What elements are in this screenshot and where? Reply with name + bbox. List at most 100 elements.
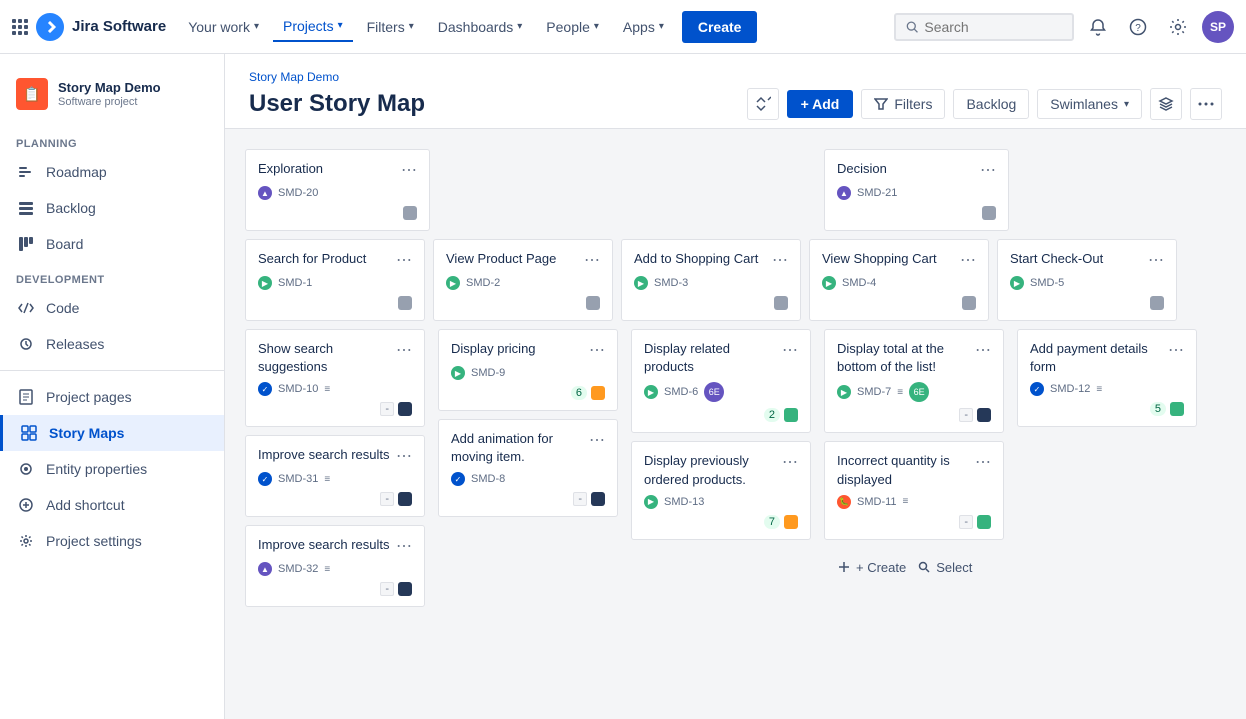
layout: 📋 Story Map Demo Software project PLANNI… — [0, 54, 1246, 719]
sidebar-project: 📋 Story Map Demo Software project — [0, 70, 224, 126]
task-title: Improve search results — [258, 536, 396, 554]
status-dot — [774, 296, 788, 310]
nav-apps[interactable]: Apps ▾ — [613, 13, 674, 41]
task-title: Incorrect quantity is displayed — [837, 452, 975, 488]
card-menu-button[interactable]: ⋯ — [396, 446, 412, 466]
priority-icon: ≡ — [897, 387, 903, 398]
card-menu-button[interactable]: ⋯ — [1168, 340, 1184, 360]
card-menu-button[interactable]: ⋯ — [980, 160, 996, 180]
status-dot — [1150, 296, 1164, 310]
card-menu-button[interactable]: ⋯ — [589, 340, 605, 360]
card-menu-button[interactable]: ⋯ — [1148, 250, 1164, 270]
status-dot — [398, 296, 412, 310]
status-dot — [962, 296, 976, 310]
nav-dashboards[interactable]: Dashboards ▾ — [428, 13, 533, 41]
task-title: Display total at the bottom of the list! — [837, 340, 975, 376]
epic-icon: ▲ — [258, 186, 272, 200]
add-shortcut-icon — [16, 495, 36, 515]
search-input[interactable] — [924, 19, 1062, 35]
user-avatar[interactable]: SP — [1202, 11, 1234, 43]
card-menu-button[interactable]: ⋯ — [975, 452, 991, 472]
chevron-down-icon: ▾ — [409, 21, 414, 32]
count-badge: 2 — [764, 408, 780, 422]
sidebar-item-entity-properties[interactable]: Entity properties — [0, 451, 224, 487]
card-menu-button[interactable]: ⋯ — [772, 250, 788, 270]
collapse-button[interactable] — [747, 88, 779, 120]
epic-title: Exploration — [258, 160, 401, 178]
card-menu-button[interactable]: ⋯ — [396, 340, 412, 360]
development-label: DEVELOPMENT — [0, 262, 224, 290]
nav-your-work[interactable]: Your work ▾ — [178, 13, 269, 41]
card-menu-button[interactable]: ⋯ — [584, 250, 600, 270]
minus-button[interactable]: - — [959, 515, 973, 529]
status-dot — [982, 206, 996, 220]
sidebar-item-code[interactable]: Code — [0, 290, 224, 326]
collapse-icon — [755, 96, 771, 112]
minus-button[interactable]: - — [380, 582, 394, 596]
card-menu-button[interactable]: ⋯ — [589, 430, 605, 450]
nav-filters[interactable]: Filters ▾ — [357, 13, 424, 41]
create-button[interactable]: Create — [682, 11, 758, 43]
count-badge: 5 — [1150, 402, 1166, 416]
card-menu-button[interactable]: ⋯ — [782, 452, 798, 472]
task-title: Show search suggestions — [258, 340, 396, 376]
issue-id: SMD-20 — [278, 187, 318, 199]
breadcrumb: Story Map Demo — [249, 70, 1222, 84]
card-menu-button[interactable]: ⋯ — [396, 250, 412, 270]
issue-id: SMD-4 — [842, 277, 876, 289]
card-menu-button[interactable]: ⋯ — [396, 536, 412, 556]
help-button[interactable]: ? — [1122, 11, 1154, 43]
sidebar-item-roadmap[interactable]: Roadmap — [0, 154, 224, 190]
task-col-3: Display total at the bottom of the list!… — [824, 329, 1009, 587]
sidebar-item-board[interactable]: Board — [0, 226, 224, 262]
sidebar-item-backlog[interactable]: Backlog — [0, 190, 224, 226]
minus-button[interactable]: - — [959, 408, 973, 422]
priority-icon: ≡ — [324, 474, 330, 485]
card-menu-button[interactable]: ⋯ — [401, 160, 417, 180]
task-icon: ✓ — [451, 472, 465, 486]
card-menu-button[interactable]: ⋯ — [960, 250, 976, 270]
card-menu-button[interactable]: ⋯ — [782, 340, 798, 360]
task-card-smd10: Show search suggestions ⋯ ✓ SMD-10 ≡ - — [245, 329, 425, 427]
minus-button[interactable]: - — [380, 492, 394, 506]
planning-label: PLANNING — [0, 126, 224, 154]
card-menu-button[interactable]: ⋯ — [975, 340, 991, 360]
issue-id: SMD-2 — [466, 277, 500, 289]
minus-button[interactable]: - — [380, 402, 394, 416]
minus-button[interactable]: - — [573, 492, 587, 506]
select-button[interactable]: Select — [918, 560, 972, 575]
sidebar-item-project-pages[interactable]: Project pages — [0, 379, 224, 415]
story-icon: ▶ — [644, 495, 658, 509]
assignee-avatar: 6E — [704, 382, 724, 402]
create-button[interactable]: + Create — [838, 560, 906, 575]
layers-button[interactable] — [1150, 88, 1182, 120]
canvas-inner: Exploration ⋯ ▲ SMD-20 — [245, 149, 1245, 607]
pages-icon — [16, 387, 36, 407]
search-small-icon — [918, 561, 930, 573]
search-box[interactable] — [894, 13, 1074, 41]
search-icon — [906, 20, 918, 34]
sidebar-item-story-maps[interactable]: Story Maps — [0, 415, 224, 451]
nav-people[interactable]: People ▾ — [536, 13, 609, 41]
status-dot — [591, 492, 605, 506]
app-logo[interactable]: Jira Software — [12, 13, 166, 41]
story-card-smd4: View Shopping Cart ⋯ ▶ SMD-4 — [809, 239, 989, 321]
story-title: View Product Page — [446, 250, 584, 268]
empty-col — [1017, 149, 1202, 231]
add-button[interactable]: + Add — [787, 90, 854, 118]
sidebar-item-project-settings[interactable]: Project settings — [0, 523, 224, 559]
story-card-smd3: Add to Shopping Cart ⋯ ▶ SMD-3 — [621, 239, 801, 321]
swimlanes-button[interactable]: Swimlanes ▾ — [1037, 89, 1142, 119]
sidebar-item-add-shortcut[interactable]: Add shortcut — [0, 487, 224, 523]
settings-button[interactable] — [1162, 11, 1194, 43]
status-dot — [591, 386, 605, 400]
more-button[interactable] — [1190, 88, 1222, 120]
nav-projects[interactable]: Projects ▾ — [273, 12, 353, 42]
roadmap-icon — [16, 162, 36, 182]
sidebar-item-releases[interactable]: Releases — [0, 326, 224, 362]
filters-button[interactable]: Filters — [861, 89, 945, 119]
filter-icon — [874, 97, 888, 111]
notifications-button[interactable] — [1082, 11, 1114, 43]
task-col-1: Display pricing ⋯ ▶ SMD-9 6 — [438, 329, 623, 517]
backlog-button[interactable]: Backlog — [953, 89, 1029, 119]
